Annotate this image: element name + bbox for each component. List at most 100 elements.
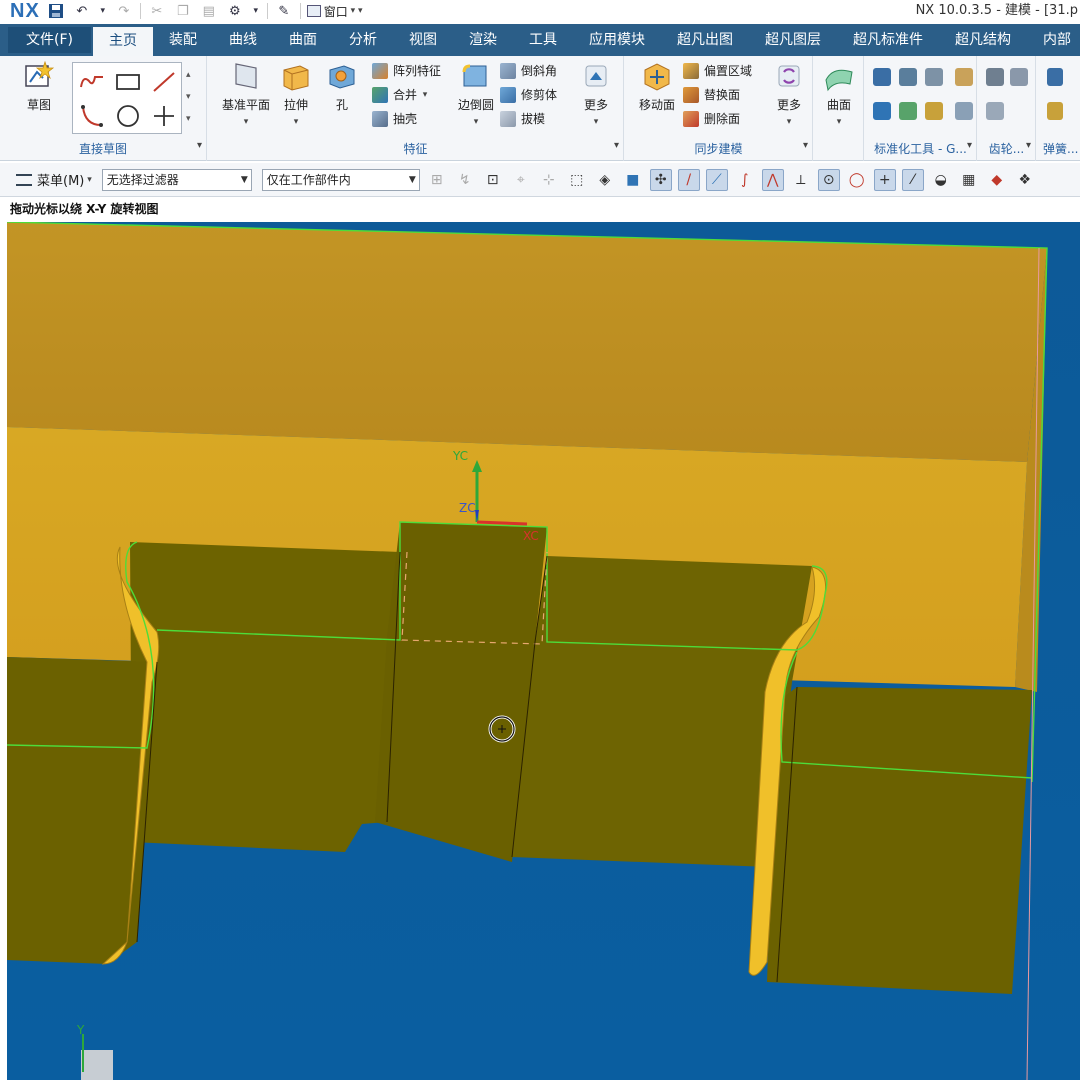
selection-scope-select[interactable]: 仅在工作部件内 ▼	[261, 168, 420, 191]
standard-tool-icon-6[interactable]	[899, 102, 917, 120]
menu-button[interactable]: 菜单(M) ▾	[16, 170, 92, 189]
touch-mode-icon[interactable]: ✎	[274, 1, 294, 21]
extrude-button[interactable]: 拉伸 ▾	[270, 60, 322, 127]
curve-snap-icon[interactable]: ∫	[734, 169, 756, 191]
edge-blend-button[interactable]: 边倒圆 ▾	[450, 60, 502, 127]
shell-button[interactable]: 抽壳	[372, 108, 417, 130]
gear-tool-icon-3[interactable]	[986, 102, 1004, 120]
undo-icon[interactable]: ↶	[72, 1, 92, 21]
tab-chaofan-standard[interactable]: 超凡标准件	[837, 24, 939, 56]
type-filter-select[interactable]: 无选择过滤器 ▼	[101, 168, 252, 191]
wcs-x-label: XC	[523, 529, 539, 543]
tab-view[interactable]: 视图	[393, 24, 453, 56]
graphics-viewport[interactable]: YC ZC XC Y	[7, 222, 1080, 1080]
control-point-icon[interactable]: ⋀	[761, 168, 784, 191]
standard-tool-icon-5[interactable]	[873, 102, 891, 120]
rib-left-block[interactable]	[7, 657, 157, 964]
arc-icon[interactable]	[77, 101, 107, 131]
tab-file[interactable]: 文件(F)	[8, 27, 91, 53]
circle-icon[interactable]	[113, 101, 143, 131]
undo-dropdown-icon[interactable]: ▾	[98, 1, 108, 21]
spring-tool-icon-1[interactable]	[1047, 68, 1063, 86]
sketch-button[interactable]: 草图	[12, 60, 66, 113]
tab-assembly[interactable]: 装配	[153, 24, 213, 56]
tab-tools[interactable]: 工具	[513, 24, 573, 56]
feature-more-button[interactable]: 更多 ▾	[570, 60, 622, 127]
selection-intent-icon[interactable]: ⊡	[482, 169, 504, 191]
arc-center-icon[interactable]: ⊙	[817, 168, 840, 191]
bounded-grid-icon[interactable]: ▦	[958, 169, 980, 191]
copy-icon[interactable]: ❐	[173, 1, 193, 21]
move-face-button[interactable]: 移动面	[629, 60, 685, 113]
midpoint-snap-icon[interactable]: ⟋	[705, 168, 728, 191]
unite-button[interactable]: 合并 ▾	[372, 84, 427, 106]
rib-left-face[interactable]	[130, 542, 400, 852]
tab-analysis[interactable]: 分析	[333, 24, 393, 56]
box-select-icon[interactable]: ■	[622, 169, 644, 191]
tab-chaofan-drawing[interactable]: 超凡出图	[661, 24, 749, 56]
group-options-icon[interactable]: ▾	[1026, 140, 1031, 151]
tab-internal[interactable]: 内部	[1027, 24, 1080, 56]
gear-tool-icon-1[interactable]	[986, 68, 1004, 86]
repeat-command-icon[interactable]: ⚙	[225, 1, 245, 21]
repeat-dropdown-icon[interactable]: ▾	[251, 1, 261, 21]
standard-tool-icon-1[interactable]	[873, 68, 891, 86]
draft-button[interactable]: 拔模	[500, 108, 545, 130]
gear-tool-icon-2[interactable]	[1010, 68, 1028, 86]
group-options-icon[interactable]: ▾	[614, 140, 619, 151]
point-on-curve-icon[interactable]: ⁄	[901, 168, 924, 191]
part-back-wall[interactable]	[7, 222, 1047, 462]
tab-surface[interactable]: 曲面	[273, 24, 333, 56]
window-menu[interactable]: 窗口 ▾ ▾	[306, 3, 363, 20]
general-selection-icon[interactable]: ⊞	[426, 169, 448, 191]
quadrant-point-icon[interactable]: ◯	[846, 169, 868, 191]
standard-tool-icon-4[interactable]	[955, 68, 973, 86]
group-options-icon[interactable]: ▾	[803, 140, 808, 151]
line-icon[interactable]	[149, 67, 179, 97]
datum-plane-button[interactable]: 基准平面 ▾	[216, 60, 276, 127]
standard-tool-icon-2[interactable]	[899, 68, 917, 86]
rectangle-icon[interactable]	[113, 67, 143, 97]
rectangle-select-icon[interactable]: ⬚	[566, 169, 588, 191]
save-icon[interactable]	[46, 1, 66, 21]
chamfer-button[interactable]: 倒斜角	[500, 60, 557, 82]
point-icon[interactable]	[149, 101, 179, 131]
existing-point-icon[interactable]: +	[873, 168, 896, 191]
point-snap-icon[interactable]: ✣	[649, 168, 672, 191]
paste-icon[interactable]: ▤	[199, 1, 219, 21]
tab-chaofan-structure[interactable]: 超凡结构	[939, 24, 1027, 56]
trim-body-button[interactable]: 修剪体	[500, 84, 557, 106]
replace-face-button[interactable]: 替换面	[683, 84, 740, 106]
tab-render[interactable]: 渲染	[453, 24, 513, 56]
deselect-icon[interactable]: ↯	[454, 169, 476, 191]
rib-right-block[interactable]	[767, 687, 1032, 994]
endpoint-snap-icon[interactable]: /	[677, 168, 700, 191]
color-select-icon[interactable]: ◆	[986, 169, 1008, 191]
redo-icon[interactable]: ↷	[114, 1, 134, 21]
solid-body-icon[interactable]: ◈	[594, 169, 616, 191]
tab-curve[interactable]: 曲线	[213, 24, 273, 56]
offset-region-button[interactable]: 偏置区域	[683, 60, 752, 82]
pattern-feature-button[interactable]: 阵列特征	[372, 60, 441, 82]
rule-select-icon[interactable]: ⊹	[538, 169, 560, 191]
group-options-icon[interactable]: ▾	[967, 140, 972, 151]
standard-tool-icon-8[interactable]	[955, 102, 973, 120]
group-options-icon[interactable]: ▾	[197, 140, 202, 151]
tab-home[interactable]: 主页	[92, 27, 153, 56]
profile-icon[interactable]	[77, 67, 107, 97]
tab-chaofan-layer[interactable]: 超凡图层	[749, 24, 837, 56]
intersection-icon[interactable]: ⟂	[790, 169, 812, 191]
sync-more-button[interactable]: 更多 ▾	[763, 60, 815, 127]
delete-face-button[interactable]: 删除面	[683, 108, 740, 130]
tab-application[interactable]: 应用模块	[573, 24, 661, 56]
point-on-face-icon[interactable]: ◒	[930, 169, 952, 191]
cut-icon[interactable]: ✂	[147, 1, 167, 21]
spring-tool-icon-2[interactable]	[1047, 102, 1063, 120]
feature-select-icon[interactable]: ⌖	[510, 169, 532, 191]
standard-tool-icon-7[interactable]	[925, 102, 943, 120]
layer-select-icon[interactable]: ❖	[1014, 169, 1036, 191]
standard-tool-icon-3[interactable]	[925, 68, 943, 86]
surface-button[interactable]: 曲面 ▾	[814, 60, 864, 127]
gallery-scroll[interactable]: ▴ ▾ ▾	[186, 64, 191, 130]
hole-button[interactable]: 孔	[316, 60, 368, 113]
